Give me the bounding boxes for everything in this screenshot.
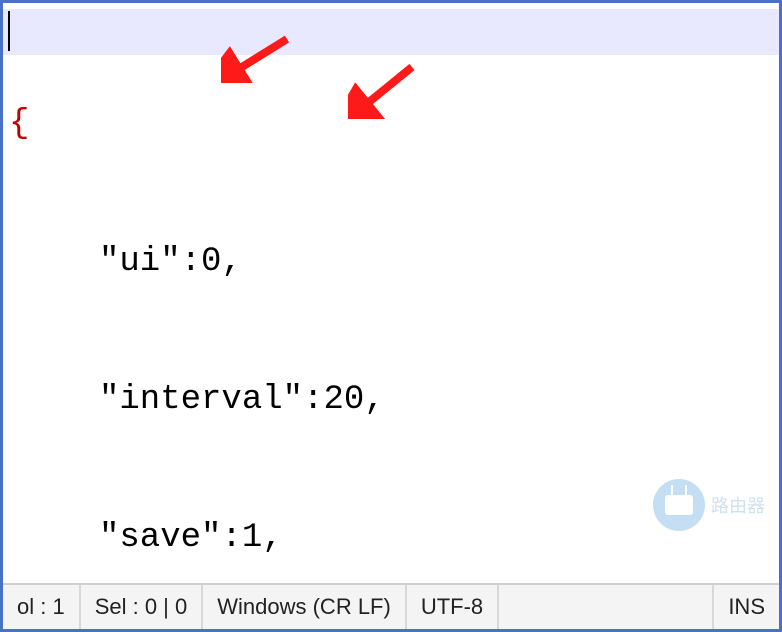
code-editor[interactable]: { "ui":0, "interval":20, "save":1, "send… [3, 3, 779, 583]
status-column[interactable]: ol : 1 [3, 585, 81, 629]
status-encoding[interactable]: UTF-8 [407, 585, 499, 629]
status-spacer [499, 585, 714, 629]
editor-window: { "ui":0, "interval":20, "save":1, "send… [0, 0, 782, 632]
code-line: "interval":20, [3, 377, 779, 423]
open-brace: { [3, 105, 29, 143]
status-selection[interactable]: Sel : 0 | 0 [81, 585, 204, 629]
status-eol[interactable]: Windows (CR LF) [203, 585, 407, 629]
text-caret [8, 11, 10, 51]
current-line-highlight [3, 9, 779, 55]
watermark: 路由器 [653, 479, 765, 531]
code-line: "ui":0, [3, 239, 779, 285]
status-bar: ol : 1 Sel : 0 | 0 Windows (CR LF) UTF-8… [3, 583, 779, 629]
status-insert-mode[interactable]: INS [714, 585, 779, 629]
watermark-logo-icon [653, 479, 705, 531]
watermark-text: 路由器 [711, 492, 765, 518]
